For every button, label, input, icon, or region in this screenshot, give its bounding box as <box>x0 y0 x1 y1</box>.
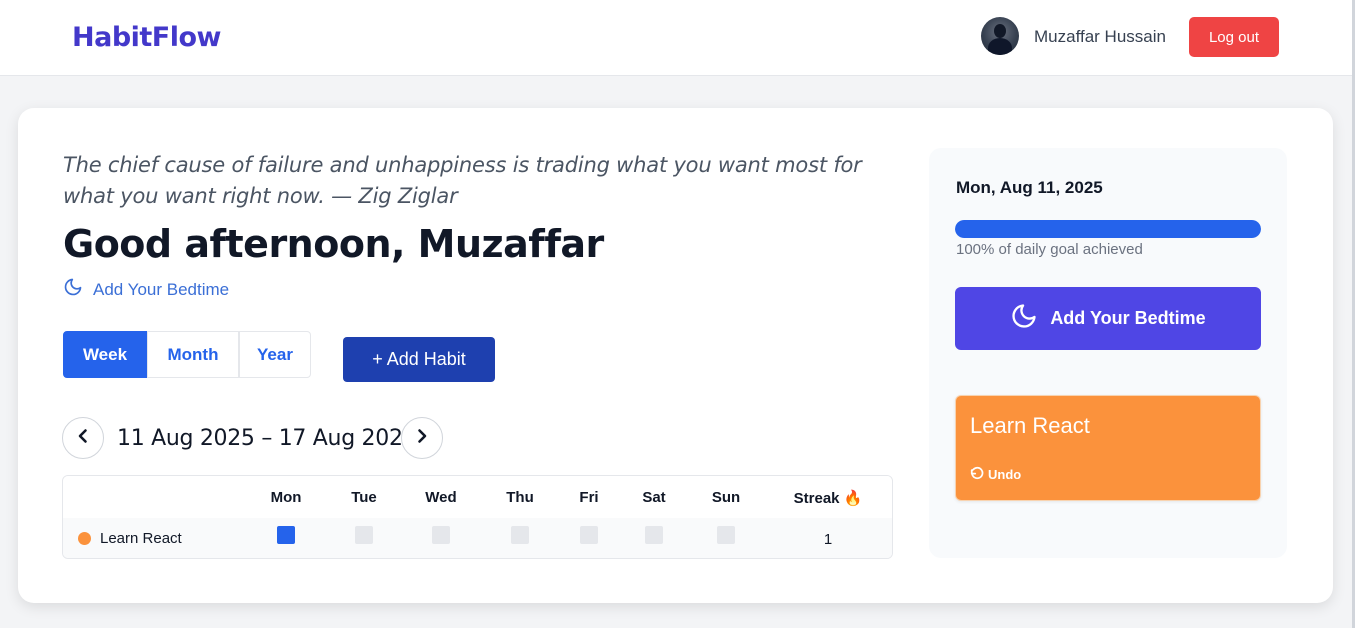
logout-button[interactable]: Log out <box>1189 17 1279 57</box>
current-date: Mon, Aug 11, 2025 <box>956 178 1103 197</box>
completed-habit-card: Learn React Undo <box>955 395 1261 501</box>
view-tabs: Week Month Year <box>63 331 311 378</box>
undo-label: Undo <box>988 467 1022 482</box>
habit-card-title: Learn React <box>970 413 1090 438</box>
table-header: Mon Tue Wed Thu Fri Sat Sun Streak 🔥 <box>63 476 892 518</box>
add-bedtime-link[interactable]: Add Your Bedtime <box>63 276 229 303</box>
brand-logo[interactable]: HabitFlow <box>72 22 222 53</box>
add-bedtime-link-label: Add Your Bedtime <box>93 279 230 299</box>
column-header-mon: Mon <box>270 489 302 506</box>
tab-month[interactable]: Month <box>147 331 239 378</box>
greeting-heading: Good afternoon, Muzaffar <box>63 222 604 266</box>
date-range: 11 Aug 2025 – 17 Aug 2025 <box>117 426 417 451</box>
user-avatar[interactable] <box>981 17 1019 55</box>
habit-color-dot <box>78 532 91 545</box>
undo-icon <box>970 466 984 483</box>
column-header-wed: Wed <box>425 489 457 506</box>
column-header-streak: Streak 🔥 <box>793 490 863 507</box>
undo-button[interactable]: Undo <box>970 466 1021 483</box>
day-cell-sun[interactable] <box>717 526 735 544</box>
day-cell-thu[interactable] <box>511 526 529 544</box>
motivational-quote: The chief cause of failure and unhappine… <box>63 153 862 208</box>
next-week-button[interactable] <box>401 417 443 459</box>
chevron-left-icon <box>75 428 91 449</box>
moon-icon <box>63 276 83 303</box>
daily-progress-fill <box>955 220 1261 238</box>
streak-count: 1 <box>823 531 833 548</box>
column-header-tue: Tue <box>351 489 377 506</box>
progress-text: 100% of daily goal achieved <box>956 241 1143 258</box>
column-header-fri: Fri <box>579 489 599 506</box>
add-habit-button[interactable]: + Add Habit <box>343 337 495 382</box>
habit-week-table: Mon Tue Wed Thu Fri Sat Sun Streak 🔥 Lea… <box>62 475 893 559</box>
top-navbar: HabitFlow Muzaffar Hussain Log out <box>0 0 1355 76</box>
day-cell-wed[interactable] <box>432 526 450 544</box>
tab-year[interactable]: Year <box>239 331 311 378</box>
daily-progress-bar <box>955 220 1261 238</box>
user-name: Muzaffar Hussain <box>1034 27 1166 46</box>
chevron-right-icon <box>414 428 430 449</box>
day-cell-sat[interactable] <box>645 526 663 544</box>
previous-week-button[interactable] <box>62 417 104 459</box>
add-bedtime-button-label: Add Your Bedtime <box>1050 308 1206 328</box>
column-header-thu: Thu <box>506 489 534 506</box>
add-bedtime-button[interactable]: Add Your Bedtime <box>955 287 1261 350</box>
table-row: Learn React 1 <box>63 518 892 558</box>
tab-week[interactable]: Week <box>63 331 147 378</box>
column-header-sun: Sun <box>711 489 741 506</box>
habit-name: Learn React <box>100 530 182 547</box>
day-cell-fri[interactable] <box>580 526 598 544</box>
day-cell-mon[interactable] <box>277 526 295 544</box>
moon-icon <box>1010 301 1038 336</box>
column-header-sat: Sat <box>642 489 666 506</box>
day-cell-tue[interactable] <box>355 526 373 544</box>
